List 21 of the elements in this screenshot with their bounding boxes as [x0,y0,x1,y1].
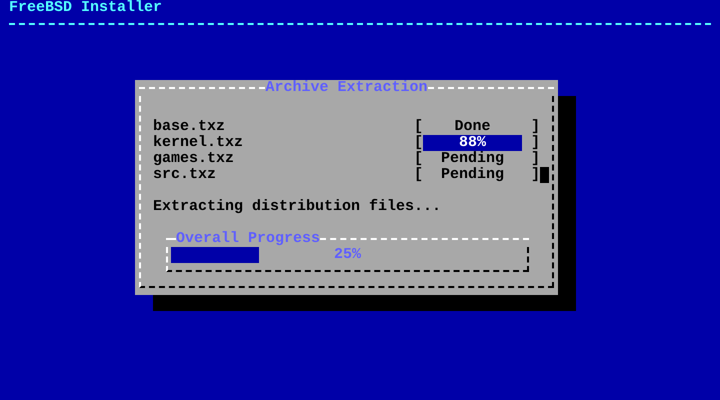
archive-status: Pending [440,167,506,183]
bracket: ] [531,167,540,183]
archive-name: kernel.txz [153,135,244,151]
bracket: [ [414,167,424,183]
bracket: ] [531,151,540,167]
archive-name: src.txz [153,167,218,183]
dialog-title: Archive Extraction [265,80,428,96]
progress-status: 88% [423,135,522,151]
bracket: ] [531,119,540,135]
bracket: [ [414,151,424,167]
archive-name: base.txz [153,119,226,135]
progress-percent: 25% [332,247,362,263]
progress-title: Overall Progress [176,231,320,247]
archive-name: games.txz [153,151,236,167]
bracket: ] [531,135,540,151]
status-message: Extracting distribution files... [153,199,442,215]
installer-title: FreeBSD Installer [8,0,164,16]
archive-status: Pending [440,151,506,167]
bracket: [ [414,135,424,151]
bracket: [ [414,119,424,135]
archive-status: Done [454,119,492,135]
